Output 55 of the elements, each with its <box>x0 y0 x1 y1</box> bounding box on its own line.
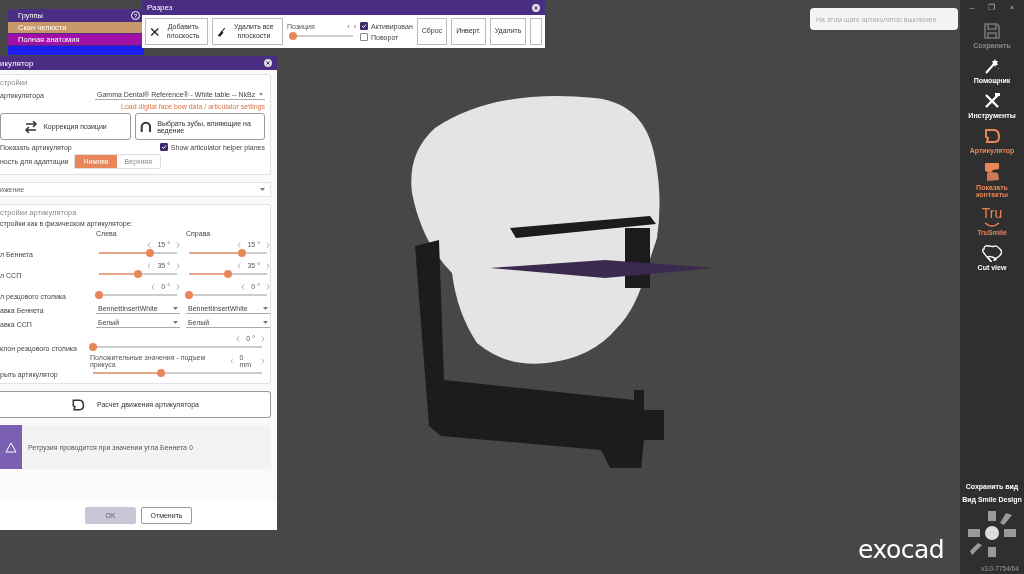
chevron-left-icon[interactable] <box>151 283 156 290</box>
close-icon[interactable] <box>264 59 272 67</box>
articulator-icon <box>71 397 86 412</box>
slider-thumb[interactable] <box>185 291 193 299</box>
slider-thumb[interactable] <box>224 270 232 278</box>
slider-thumb[interactable] <box>89 343 97 351</box>
chevron-right-icon[interactable] <box>266 283 270 290</box>
arch-icon <box>139 120 152 133</box>
chevron-left-icon[interactable] <box>147 262 152 269</box>
dialog-title: икулятор <box>0 58 34 68</box>
chevron-left-icon[interactable] <box>147 241 152 248</box>
caret-down-icon <box>263 321 268 324</box>
chevron-right-icon[interactable] <box>261 358 265 364</box>
window-control[interactable]: × <box>1009 3 1015 12</box>
caret-down-icon <box>173 321 178 324</box>
chevron-left-icon[interactable] <box>237 241 242 248</box>
caret-down-icon <box>263 307 268 310</box>
chevron-left-icon[interactable] <box>236 335 241 342</box>
slider-thumb[interactable] <box>238 249 247 257</box>
window-control[interactable]: ❐ <box>988 3 996 12</box>
checkbox[interactable] <box>360 33 369 41</box>
caret-down-icon <box>259 93 263 96</box>
blank-button[interactable] <box>530 18 542 45</box>
warning-icon <box>5 441 17 453</box>
window-title: Разрез <box>147 3 173 12</box>
articulator-icon <box>983 127 1001 145</box>
slider[interactable] <box>189 249 267 257</box>
chevron-left-icon[interactable] <box>241 283 246 290</box>
slider-thumb[interactable] <box>95 291 103 299</box>
smile-icon <box>984 222 1000 227</box>
chevron-right-icon[interactable] <box>176 283 180 290</box>
chevron-left-icon[interactable] <box>237 262 242 269</box>
tooth-outline-icon <box>982 244 1002 262</box>
chevron-right-icon[interactable] <box>261 335 265 342</box>
close-icon[interactable] <box>532 3 540 12</box>
chevron-right-icon[interactable] <box>176 241 180 248</box>
chevron-right-icon[interactable] <box>266 262 270 269</box>
exocad-logo: exocad <box>858 535 945 564</box>
swap-arrows-icon <box>23 120 38 133</box>
chevron-left-icon[interactable] <box>229 358 234 364</box>
magic-wand-icon <box>983 57 1001 75</box>
chevron-right-icon[interactable] <box>176 262 180 269</box>
slider-thumb[interactable] <box>156 369 165 377</box>
checkbox[interactable] <box>159 143 168 151</box>
caret-down-icon <box>173 307 178 310</box>
slider-thumb[interactable] <box>145 249 154 257</box>
window-control[interactable]: – <box>969 3 975 12</box>
caret-down-icon <box>260 188 265 191</box>
view-cube-drawing[interactable] <box>966 509 1018 559</box>
slider[interactable] <box>189 270 267 278</box>
chevron-right-icon[interactable] <box>266 241 270 248</box>
trusmile-logo: Tru <box>981 206 1003 220</box>
slider-thumb[interactable] <box>134 270 142 278</box>
checkbox[interactable] <box>360 22 369 30</box>
slider-thumb[interactable] <box>289 31 298 40</box>
